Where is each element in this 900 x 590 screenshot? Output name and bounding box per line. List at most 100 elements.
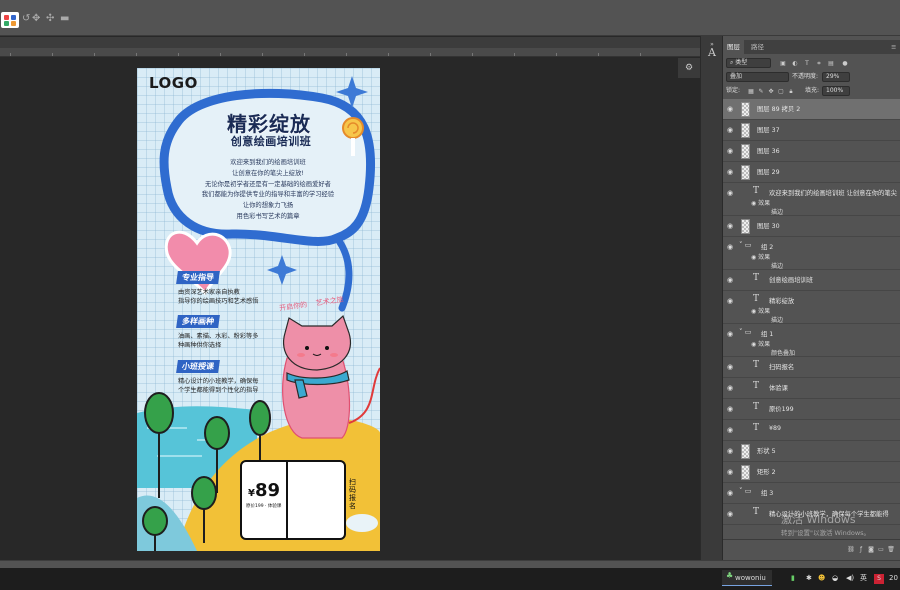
options-bar: ↺ ✥ ✣ ▬ xyxy=(0,0,900,36)
text-layer-icon: T xyxy=(753,294,760,304)
folder-icon[interactable]: ˅ ▭ xyxy=(739,487,751,495)
new-group-icon[interactable]: ▭ xyxy=(877,546,885,554)
layer-row[interactable]: ◉ T 欢迎来到我们的绘画培训班 让创意在你的笔尖 ◉ 效果 描边 xyxy=(723,183,900,216)
lock-position-icon[interactable]: ✥ xyxy=(767,88,775,96)
rotate-icon[interactable]: ↺ xyxy=(22,14,32,24)
layer-row[interactable]: ◉ 图层 37 xyxy=(723,120,900,141)
layer-row[interactable]: ◉ T ¥89 xyxy=(723,420,900,441)
visibility-eye-icon[interactable]: ◉ xyxy=(727,189,735,197)
effects-label[interactable]: ◉ 效果 xyxy=(751,306,770,315)
layer-row[interactable]: ◉ 图层 89 拷贝 2 xyxy=(723,99,900,120)
visibility-eye-icon[interactable]: ◉ xyxy=(727,168,735,176)
folder-icon[interactable]: ˅ ▭ xyxy=(739,241,751,249)
clock[interactable]: 20 xyxy=(889,571,898,585)
emoji-icon[interactable]: ☻ xyxy=(818,571,825,585)
properties-icon[interactable]: ⚙ xyxy=(678,58,700,78)
character-icon[interactable]: A xyxy=(705,46,719,60)
visibility-eye-icon[interactable]: ◉ xyxy=(727,405,735,413)
layer-row[interactable]: ◉ T 创意绘画培训班 xyxy=(723,270,900,291)
folder-icon[interactable]: ˅ ▭ xyxy=(739,328,751,336)
visibility-eye-icon[interactable]: ◉ xyxy=(727,126,735,134)
layer-row[interactable]: ◉ 图层 36 xyxy=(723,141,900,162)
move-icon[interactable]: ✣ xyxy=(46,14,56,24)
lock-paint-icon[interactable]: ✎ xyxy=(757,88,765,96)
layer-row[interactable]: ◉ T 体验课 xyxy=(723,378,900,399)
visibility-eye-icon[interactable]: ◉ xyxy=(727,276,735,284)
ruler-tick xyxy=(178,53,179,56)
section-line: 指导你的绘画技巧和艺术感悟 xyxy=(178,298,259,305)
taskbar-app[interactable]: ♣ wowoniu xyxy=(722,570,772,586)
ruler-tick xyxy=(472,53,473,56)
layer-name: 矩形 2 xyxy=(757,469,776,476)
layer-row[interactable]: ◉ ˅ ▭ 组 2 ◉ 效果 描边 xyxy=(723,237,900,270)
visibility-eye-icon[interactable]: ◉ xyxy=(727,447,735,455)
layer-row[interactable]: ◉ 矩形 2 xyxy=(723,462,900,483)
volume-icon[interactable]: ◀) xyxy=(846,571,854,585)
visibility-eye-icon[interactable]: ◉ xyxy=(727,384,735,392)
visibility-eye-icon[interactable]: ◉ xyxy=(727,297,735,305)
ruler-tick xyxy=(556,53,557,56)
visibility-eye-icon[interactable]: ◉ xyxy=(727,489,735,497)
layer-row[interactable]: ◉ ˅ ▭ 组 1 ◉ 效果 颜色叠加 xyxy=(723,324,900,357)
bluetooth-icon[interactable]: ✱ xyxy=(806,571,812,585)
effect-item[interactable]: 描边 xyxy=(771,207,783,216)
mask-icon[interactable]: ◙ xyxy=(867,546,875,554)
battery-icon[interactable]: ▮ xyxy=(791,571,795,585)
layer-name: 欢迎来到我们的绘画培训班 让创意在你的笔尖 xyxy=(769,190,897,197)
visibility-eye-icon[interactable]: ◉ xyxy=(727,147,735,155)
effect-item[interactable]: 描边 xyxy=(771,315,783,324)
effects-label[interactable]: ◉ 效果 xyxy=(751,252,770,261)
layers-list[interactable]: ◉ 图层 89 拷贝 2 ◉ 图层 37 ◉ 图层 36 ◉ 图层 29 ◉ T 欢迎来到我们的绘画… xyxy=(723,99,900,537)
lock-all-icon[interactable]: 🔒︎ xyxy=(787,88,795,96)
app-icon: ♣ xyxy=(726,571,734,580)
filter-smart-icon[interactable]: ▤ xyxy=(827,60,835,68)
document-tab-strip[interactable] xyxy=(0,37,700,48)
layer-row[interactable]: ◉ 图层 29 xyxy=(723,162,900,183)
visibility-eye-icon[interactable]: ◉ xyxy=(727,363,735,371)
layer-row[interactable]: ◉ T 原价199 xyxy=(723,399,900,420)
filter-pixel-icon[interactable]: ▣ xyxy=(779,60,787,68)
visibility-eye-icon[interactable]: ◉ xyxy=(727,243,735,251)
visibility-eye-icon[interactable]: ◉ xyxy=(727,468,735,476)
layer-row[interactable]: ◉ T 扫码报名 xyxy=(723,357,900,378)
filter-shape-icon[interactable]: ⌗ xyxy=(815,60,823,68)
network-icon[interactable]: ◒ xyxy=(832,571,838,585)
filter-adjust-icon[interactable]: ◐ xyxy=(791,60,799,68)
filter-kind-select[interactable]: ⌕ 类型 xyxy=(726,58,771,68)
layer-row[interactable]: ◉ ˅ ▭ 组 3 xyxy=(723,483,900,504)
tab-paths[interactable]: 路径 xyxy=(747,40,768,54)
blend-mode-select[interactable]: 叠加 xyxy=(726,72,789,82)
panel-menu-icon[interactable]: ≡ xyxy=(887,40,900,54)
lock-artboard-icon[interactable]: ▢ xyxy=(777,88,785,96)
effect-item[interactable]: 描边 xyxy=(771,261,783,270)
effects-label[interactable]: ◉ 效果 xyxy=(751,198,770,207)
notification-icon[interactable]: S xyxy=(874,574,884,584)
filter-toggle-icon[interactable]: ● xyxy=(841,60,849,68)
fx-icon[interactable]: ƒ xyxy=(857,546,865,554)
section-line: 油画、素描、水彩、粉彩等多 xyxy=(178,333,259,340)
opacity-input[interactable]: 29% xyxy=(822,72,850,82)
visibility-eye-icon[interactable]: ◉ xyxy=(727,510,735,518)
link-layers-icon[interactable]: ⛓ xyxy=(847,546,855,554)
ruler-tick xyxy=(514,53,515,56)
effect-item[interactable]: 颜色叠加 xyxy=(771,348,795,357)
poster-artboard[interactable]: LOGO 精彩绽放 创意绘画培训班 欢迎来到我们的绘画培训班 让创意在你的笔尖上… xyxy=(137,68,380,551)
fill-input[interactable]: 100% xyxy=(822,86,850,96)
layer-row[interactable]: ◉ 形状 5 xyxy=(723,441,900,462)
visibility-eye-icon[interactable]: ◉ xyxy=(727,426,735,434)
visibility-eye-icon[interactable]: ◉ xyxy=(727,222,735,230)
layer-row[interactable]: ◉ T 精彩绽放 ◉ 效果 描边 xyxy=(723,291,900,324)
effects-label[interactable]: ◉ 效果 xyxy=(751,339,770,348)
app-switcher-icon[interactable] xyxy=(1,12,19,28)
visibility-eye-icon[interactable]: ◉ xyxy=(727,105,735,113)
visibility-eye-icon[interactable]: ◉ xyxy=(727,330,735,338)
pan-icon[interactable]: ✥ xyxy=(32,14,42,24)
lock-transparent-icon[interactable]: ▦ xyxy=(747,88,755,96)
layer-name: 形状 5 xyxy=(757,448,776,455)
tab-layers[interactable]: 图层 xyxy=(723,40,744,54)
filter-type-icon[interactable]: T xyxy=(803,60,811,68)
layer-row[interactable]: ◉ 图层 30 xyxy=(723,216,900,237)
ime-indicator[interactable]: 英 xyxy=(860,571,867,585)
video-icon[interactable]: ▬ xyxy=(60,14,70,24)
delete-icon[interactable]: 🗑︎ xyxy=(887,546,895,554)
